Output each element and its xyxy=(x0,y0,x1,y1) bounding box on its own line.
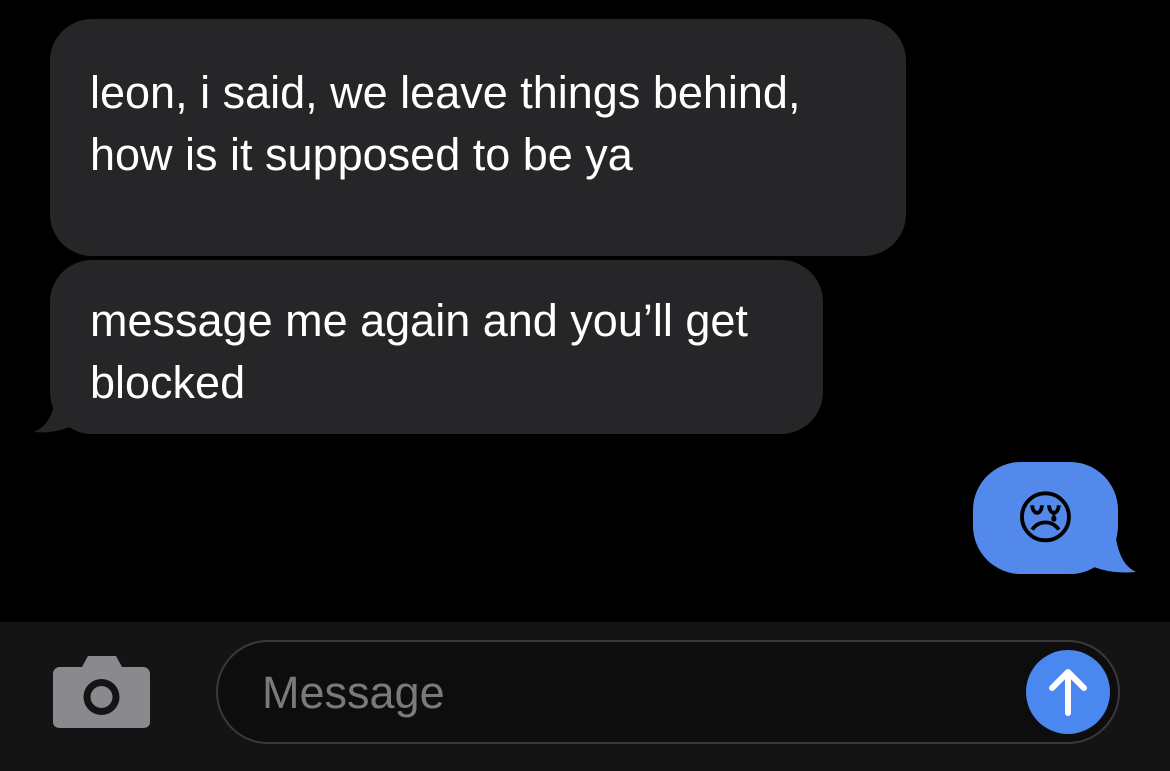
arrow-up-icon xyxy=(1049,669,1087,716)
message-text: message me again and you’ll get blocked xyxy=(90,295,748,408)
send-button[interactable] xyxy=(1026,650,1110,734)
message-input-placeholder: Message xyxy=(262,667,445,718)
camera-icon[interactable] xyxy=(52,653,151,729)
bubble-tail xyxy=(1080,520,1136,573)
message-input[interactable]: Message xyxy=(216,640,1120,744)
received-message-bubble[interactable]: leon, i said, we leave things behind, ho… xyxy=(50,19,906,256)
message-text: leon, i said, we leave things behind, ho… xyxy=(90,67,801,180)
received-message-bubble[interactable]: message me again and you’ll get blocked xyxy=(50,260,823,434)
crying-face-emoji: 😢 xyxy=(1015,484,1076,552)
message-thread: leon, i said, we leave things behind, ho… xyxy=(0,0,1170,622)
